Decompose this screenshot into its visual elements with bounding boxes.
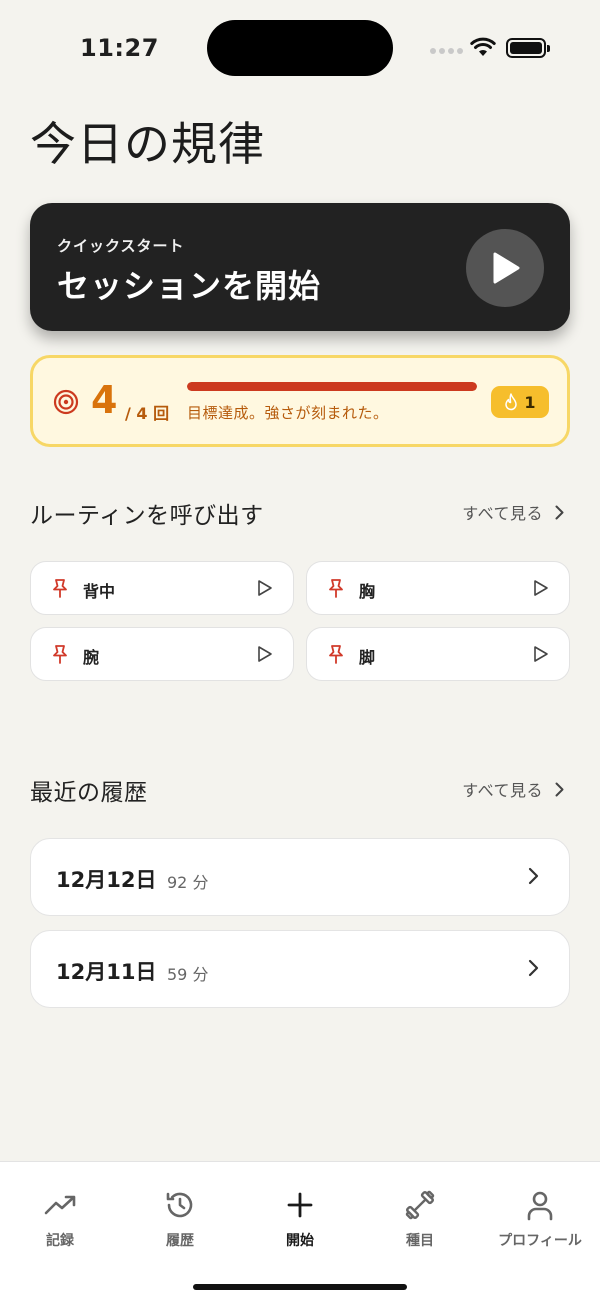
play-icon (493, 252, 520, 284)
tab-label: プロフィール (498, 1233, 582, 1249)
see-all-label: すべて見る (462, 781, 543, 800)
tab-history[interactable]: 履歴 (120, 1188, 240, 1250)
history-section-title: 最近の履歴 (30, 780, 148, 806)
routine-chip-back[interactable]: 背中 (30, 561, 294, 615)
routine-chip-chest[interactable]: 胸 (306, 561, 570, 615)
quick-start-eyebrow: クイックスタート (57, 237, 185, 255)
battery-icon (506, 38, 550, 58)
history-row[interactable]: 12月12日 92 分 (30, 838, 570, 916)
tab-profile[interactable]: プロフィール (480, 1188, 600, 1250)
goal-message: 目標達成。強さが刻まれた。 (187, 404, 389, 422)
routine-label: 背中 (83, 582, 116, 601)
play-outline-icon[interactable] (533, 579, 549, 597)
target-icon (53, 389, 79, 415)
history-duration: 92 分 (167, 873, 209, 892)
quick-start-card[interactable]: クイックスタート セッションを開始 (30, 203, 570, 331)
dynamic-island (207, 20, 393, 76)
chevron-right-icon (555, 505, 564, 519)
play-outline-icon[interactable] (533, 645, 549, 663)
status-time: 11:27 (80, 34, 159, 62)
pin-icon (329, 579, 343, 598)
tab-label: 履歴 (166, 1233, 194, 1249)
page-title: 今日の規律 (30, 117, 265, 171)
play-outline-icon[interactable] (257, 645, 273, 663)
status-bar: 11:27 (0, 0, 600, 90)
goal-total: / 4 回 (125, 404, 170, 423)
plus-icon (287, 1192, 313, 1218)
tab-exercises[interactable]: 種目 (360, 1188, 480, 1250)
quick-start-title: セッションを開始 (57, 267, 322, 305)
see-all-label: すべて見る (462, 504, 543, 523)
pin-icon (53, 579, 67, 598)
tab-record[interactable]: 記録 (0, 1188, 120, 1250)
tab-label: 種目 (406, 1233, 434, 1249)
history-see-all-link[interactable]: すべて見る (462, 777, 564, 801)
routines-section-title: ルーティンを呼び出す (30, 503, 264, 529)
chevron-right-icon (528, 867, 539, 885)
pin-icon (53, 645, 67, 664)
trending-up-icon (44, 1195, 76, 1215)
routine-chip-arms[interactable]: 腕 (30, 627, 294, 681)
tab-start[interactable]: 開始 (240, 1188, 360, 1250)
play-outline-icon[interactable] (257, 579, 273, 597)
weekly-goal-card: 4 / 4 回 目標達成。強さが刻まれた。 1 (30, 355, 570, 447)
start-session-button[interactable] (466, 229, 544, 307)
home-indicator (193, 1284, 407, 1290)
streak-count: 1 (524, 392, 536, 412)
history-icon (166, 1192, 193, 1218)
flame-icon (505, 393, 518, 411)
goal-progress-bar (187, 382, 477, 391)
routines-see-all-link[interactable]: すべて見る (462, 500, 564, 524)
history-date: 12月12日 (56, 868, 157, 892)
tab-label: 記録 (46, 1233, 74, 1249)
pin-icon (329, 645, 343, 664)
routine-chip-legs[interactable]: 脚 (306, 627, 570, 681)
chevron-right-icon (555, 782, 564, 796)
person-icon (527, 1191, 553, 1221)
routine-label: 腕 (83, 648, 100, 667)
tab-label: 開始 (286, 1233, 314, 1249)
history-date: 12月11日 (56, 960, 157, 984)
routine-label: 脚 (359, 648, 376, 667)
dumbbell-icon (405, 1190, 435, 1220)
chevron-right-icon (528, 959, 539, 977)
history-row[interactable]: 12月11日 59 分 (30, 930, 570, 1008)
wifi-icon (470, 37, 496, 56)
streak-badge: 1 (491, 386, 549, 418)
cellular-signal-icon (430, 48, 463, 54)
tab-bar: 記録 履歴 開始 種目 プロフィール (0, 1161, 600, 1304)
goal-count: 4 (91, 378, 118, 422)
history-duration: 59 分 (167, 965, 209, 984)
routine-label: 胸 (359, 582, 376, 601)
